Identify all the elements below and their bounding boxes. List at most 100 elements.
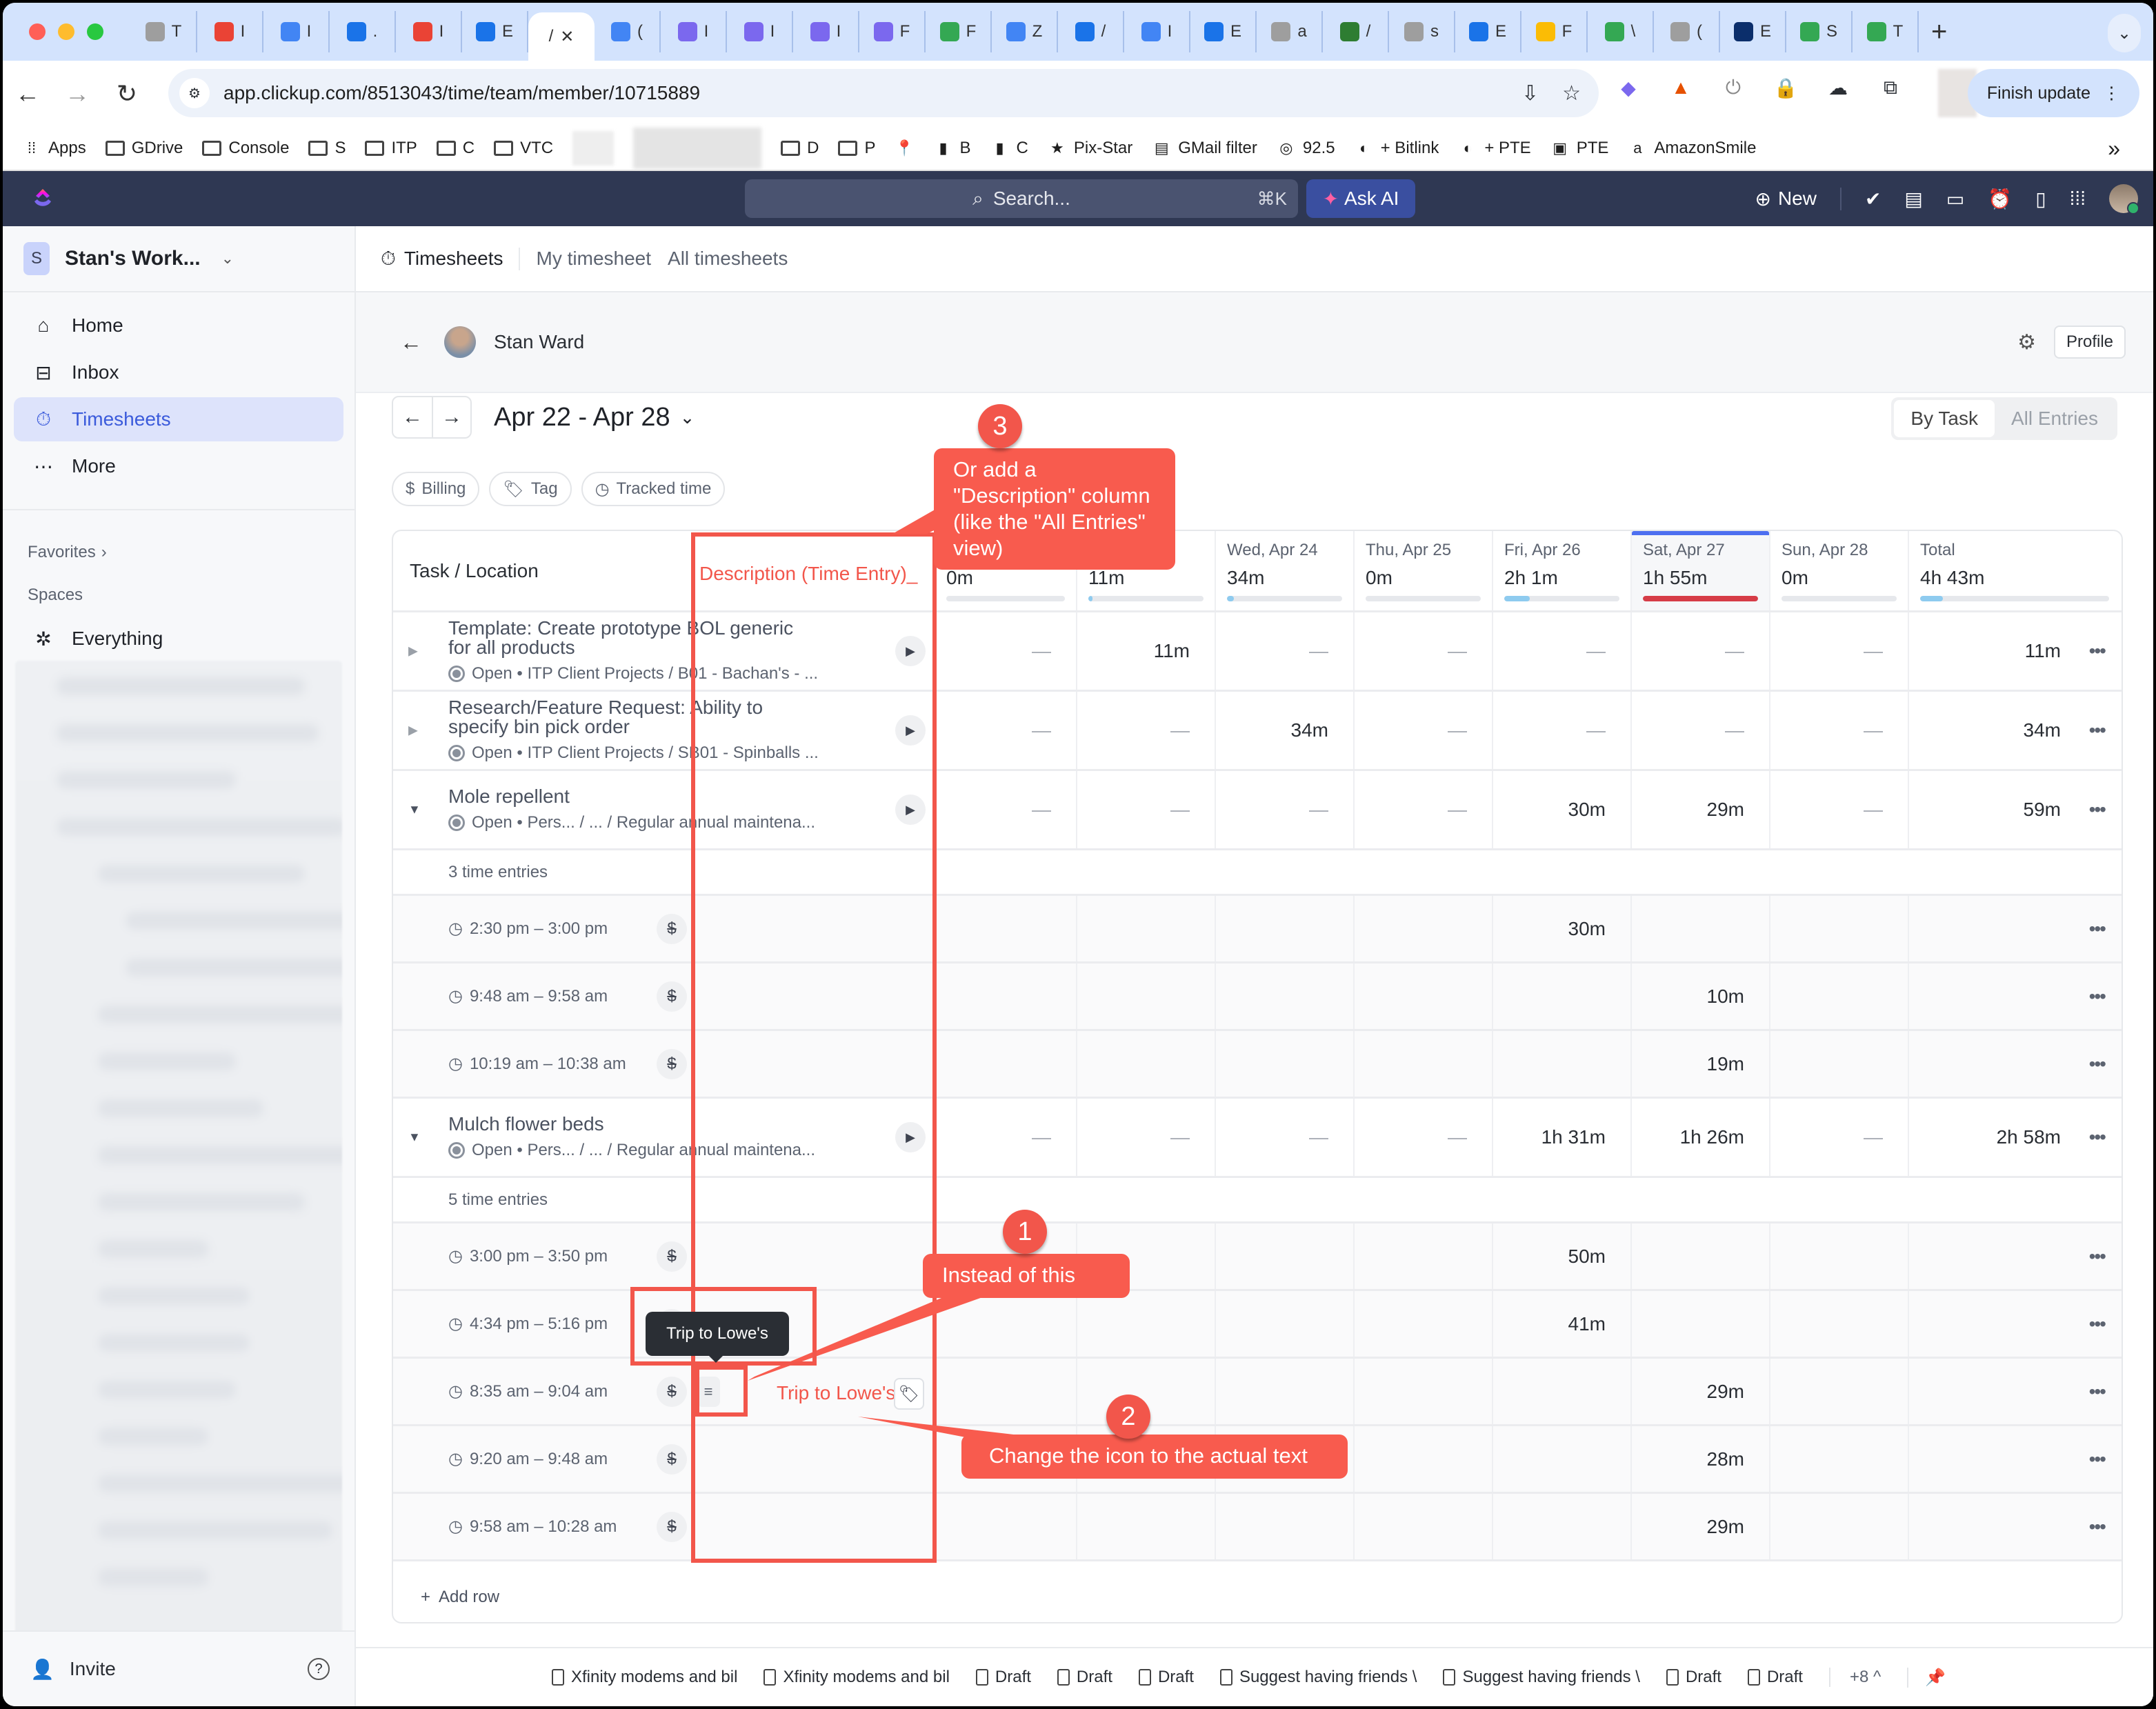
arc-extension-icon[interactable]: ▲: [1669, 76, 1693, 99]
bookmark-item[interactable]: ▣ PTE: [1550, 139, 1608, 158]
browser-tab[interactable]: E: [1455, 11, 1521, 52]
browser-tab[interactable]: F: [1521, 11, 1588, 52]
time-cell[interactable]: —: [1216, 1099, 1355, 1176]
entry-time-cell[interactable]: [1632, 1291, 1770, 1357]
date-range-picker[interactable]: Apr 22 - Apr 28 ⌄: [494, 403, 695, 432]
minimized-doc[interactable]: Suggest having friends \: [1443, 1668, 1640, 1687]
minimize-window-button[interactable]: [58, 23, 74, 40]
time-cell[interactable]: 1h 31m: [1493, 1099, 1632, 1176]
entry-time-cell[interactable]: [1355, 1223, 1493, 1289]
time-range[interactable]: 8:35 am – 9:04 am: [470, 1382, 608, 1401]
browser-tab[interactable]: I: [263, 11, 330, 52]
bookmark-item[interactable]: GDrive: [105, 139, 183, 158]
bookmark-item[interactable]: D: [781, 139, 819, 158]
entry-time-cell[interactable]: •••: [1909, 1291, 2120, 1357]
bookmark-item[interactable]: VTC: [494, 139, 553, 158]
browser-tab[interactable]: E: [1720, 11, 1786, 52]
entry-time-cell[interactable]: [1077, 1031, 1216, 1097]
pin-icon[interactable]: 📌: [1907, 1667, 1946, 1688]
time-cell[interactable]: 59m •••: [1909, 771, 2120, 848]
day-header-7[interactable]: Total 4h 43m: [1909, 531, 2120, 610]
browser-tab[interactable]: T: [131, 11, 197, 52]
entry-time-cell[interactable]: 29m: [1632, 1494, 1770, 1559]
entry-time-cell[interactable]: [1355, 1494, 1493, 1559]
bookmark-item[interactable]: ⁞⁞ Apps: [22, 139, 86, 158]
close-tab-icon[interactable]: ✕: [560, 27, 574, 47]
entry-time-cell[interactable]: [1493, 1031, 1632, 1097]
next-week-button[interactable]: →: [432, 397, 470, 437]
install-app-icon[interactable]: ⇩: [1521, 81, 1539, 106]
entry-time-cell[interactable]: •••: [1909, 1223, 2120, 1289]
notepad-icon[interactable]: ▤: [1904, 188, 1922, 210]
browser-tab[interactable]: I: [396, 11, 462, 52]
back-arrow-icon[interactable]: ←: [400, 330, 422, 355]
time-cell[interactable]: —: [1355, 612, 1493, 690]
browser-tab[interactable]: /: [1058, 11, 1124, 52]
time-cell[interactable]: —: [1770, 612, 1909, 690]
time-cell[interactable]: —: [935, 1099, 1077, 1176]
sidebar-item-inbox[interactable]: ⊟ Inbox: [14, 350, 343, 394]
back-button[interactable]: ←: [3, 79, 52, 108]
browser-tab[interactable]: E: [462, 11, 528, 52]
minimized-doc[interactable]: Draft: [1666, 1668, 1721, 1687]
minimized-doc[interactable]: Xfinity modems and bil: [763, 1668, 950, 1687]
more-options-icon[interactable]: •••: [2089, 719, 2106, 741]
entry-time-cell[interactable]: [1770, 1223, 1909, 1289]
more-docs-button[interactable]: +8 ^: [1828, 1668, 1881, 1687]
tab-timesheets-home[interactable]: ⏱ Timesheets: [381, 247, 520, 270]
caret-right-icon[interactable]: ▶: [408, 644, 418, 659]
bookmark-item[interactable]: ★ Pix-Star: [1048, 139, 1132, 158]
browser-tab[interactable]: S: [1786, 11, 1853, 52]
time-cell[interactable]: 1h 26m: [1632, 1099, 1770, 1176]
entry-time-cell[interactable]: [1355, 896, 1493, 961]
minimized-doc[interactable]: Xfinity modems and bil: [552, 1668, 737, 1687]
non-billable-dollar-icon[interactable]: $: [657, 1048, 687, 1079]
browser-tab[interactable]: / ✕: [528, 12, 595, 61]
browser-tab[interactable]: E: [1190, 11, 1257, 52]
entry-time-cell[interactable]: [935, 896, 1077, 961]
browser-tab[interactable]: F: [926, 11, 992, 52]
more-options-icon[interactable]: •••: [2089, 1381, 2106, 1403]
time-range[interactable]: 9:20 am – 9:48 am: [470, 1450, 608, 1469]
time-cell[interactable]: —: [1632, 692, 1770, 769]
time-cell[interactable]: —: [1077, 771, 1216, 848]
time-cell[interactable]: 29m: [1632, 771, 1770, 848]
more-options-icon[interactable]: •••: [2089, 799, 2106, 821]
bookmark-item[interactable]: Console: [202, 139, 289, 158]
entry-time-cell[interactable]: [1077, 1494, 1216, 1559]
browser-tab[interactable]: (: [595, 11, 661, 52]
non-billable-dollar-icon[interactable]: $: [657, 1511, 687, 1542]
maximize-window-button[interactable]: [87, 23, 103, 40]
filter-tag[interactable]: 🏷 Tag: [489, 472, 572, 506]
apps-grid-icon[interactable]: ⁞⁞⁞: [2070, 188, 2086, 210]
entry-time-cell[interactable]: [935, 1031, 1077, 1097]
bookmark-item[interactable]: ◐ + Bitlink: [1355, 139, 1439, 158]
bookmark-item[interactable]: P: [838, 139, 876, 158]
site-info-icon[interactable]: ⚙: [179, 78, 210, 108]
bookmark-item[interactable]: S: [308, 139, 346, 158]
browser-tab[interactable]: I: [661, 11, 727, 52]
workspace-switcher[interactable]: S Stan's Work... ⌄: [3, 226, 355, 292]
redacted-bookmark[interactable]: [633, 128, 762, 169]
entry-time-cell[interactable]: [1216, 1031, 1355, 1097]
invite-button[interactable]: Invite: [70, 1658, 116, 1680]
more-options-icon[interactable]: •••: [2089, 1053, 2106, 1075]
check-circle-icon[interactable]: ✔: [1865, 188, 1881, 210]
time-cell[interactable]: 34m: [1216, 692, 1355, 769]
entry-time-cell[interactable]: [1216, 1494, 1355, 1559]
view-all-entries[interactable]: All Entries: [1995, 400, 2115, 437]
bookmark-item[interactable]: 📍: [895, 139, 915, 157]
entry-time-cell[interactable]: [1770, 1494, 1909, 1559]
previous-week-button[interactable]: ←: [393, 397, 432, 437]
browser-tab[interactable]: I: [197, 11, 263, 52]
view-by-task[interactable]: By Task: [1894, 400, 1995, 437]
tab-my-timesheet[interactable]: My timesheet: [537, 248, 652, 270]
close-window-button[interactable]: [29, 23, 46, 40]
document-icon[interactable]: ▯: [2035, 188, 2046, 210]
puzzle-extensions-icon[interactable]: ⧉: [1879, 76, 1902, 99]
minimized-doc[interactable]: Suggest having friends \: [1219, 1668, 1417, 1687]
entry-time-cell[interactable]: [1216, 1223, 1355, 1289]
entry-time-cell[interactable]: 41m: [1493, 1291, 1632, 1357]
sidebar-item-more[interactable]: ⋯ More: [14, 444, 343, 488]
entry-time-cell[interactable]: [1355, 1291, 1493, 1357]
